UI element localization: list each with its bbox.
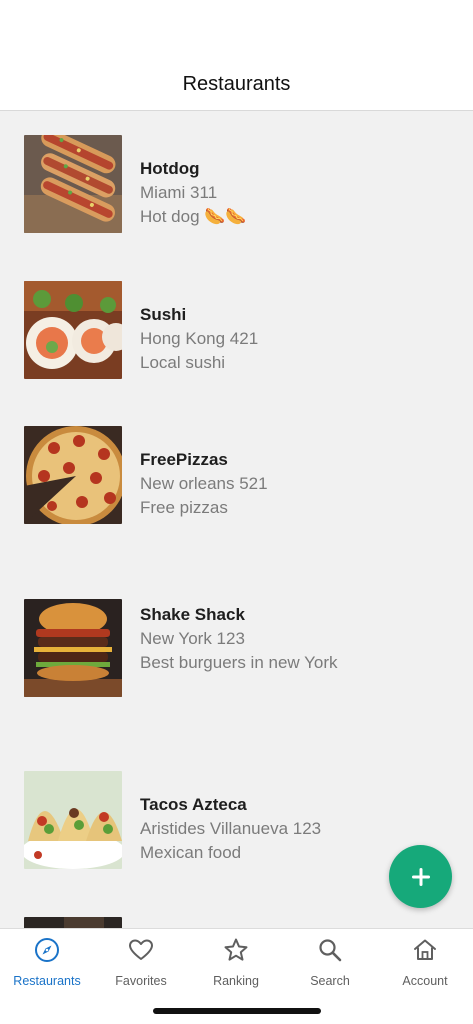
- search-icon: [319, 939, 342, 962]
- plus-icon: [411, 867, 430, 886]
- sushi-photo: [24, 281, 122, 379]
- restaurant-name: Sushi: [140, 305, 187, 324]
- restaurant-description: Best burguers in new York: [140, 653, 338, 672]
- list-item[interactable]: [0, 917, 473, 928]
- tab-label: Account: [402, 974, 448, 988]
- compass-icon: [35, 938, 59, 962]
- restaurant-name: FreePizzas: [140, 450, 228, 469]
- restaurant-description: Mexican food: [140, 843, 242, 862]
- star-icon: [224, 938, 248, 961]
- tab-account[interactable]: Account: [378, 929, 472, 995]
- tacos-photo: [24, 771, 122, 869]
- screen: Restaurants Hotdog Miami 311 Hot dog 🌭🌭 …: [0, 0, 473, 1024]
- app-header: Restaurants: [0, 0, 473, 111]
- hotdog-photo: [24, 135, 122, 233]
- tab-label: Restaurants: [13, 974, 81, 988]
- restaurant-address: Hong Kong 421: [140, 329, 259, 348]
- restaurant-name: Shake Shack: [140, 605, 245, 624]
- list-item[interactable]: Hotdog Miami 311 Hot dog 🌭🌭: [0, 135, 473, 233]
- home-indicator: [153, 1008, 321, 1014]
- tab-restaurants[interactable]: Restaurants: [0, 929, 94, 995]
- list-item[interactable]: FreePizzas New orleans 521 Free pizzas: [0, 426, 473, 524]
- restaurant-address: Miami 311: [140, 183, 218, 202]
- restaurant-description: Hot dog 🌭🌭: [140, 207, 247, 226]
- restaurant-name: Hotdog: [140, 159, 200, 178]
- restaurant-list[interactable]: Hotdog Miami 311 Hot dog 🌭🌭 Sushi Hong K…: [0, 111, 473, 928]
- restaurant-description: Free pizzas: [140, 498, 228, 517]
- restaurant-description: Local sushi: [140, 353, 226, 372]
- restaurant-address: New York 123: [140, 629, 245, 648]
- burger-photo: [24, 599, 122, 697]
- restaurant-photo: [24, 917, 122, 928]
- tab-label: Ranking: [213, 974, 259, 988]
- restaurant-address: New orleans 521: [140, 474, 268, 493]
- heart-icon: [129, 939, 153, 960]
- tab-label: Search: [310, 974, 350, 988]
- list-item[interactable]: Shake Shack New York 123 Best burguers i…: [0, 599, 473, 697]
- tab-search[interactable]: Search: [283, 929, 377, 995]
- pizza-photo: [24, 426, 122, 524]
- restaurant-name: Tacos Azteca: [140, 795, 247, 814]
- tab-label: Favorites: [115, 974, 167, 988]
- home-icon: [414, 939, 436, 960]
- restaurant-address: Aristides Villanueva 123: [140, 819, 322, 838]
- tab-ranking[interactable]: Ranking: [189, 929, 283, 995]
- tab-favorites[interactable]: Favorites: [94, 929, 188, 995]
- add-restaurant-button[interactable]: [389, 845, 452, 908]
- list-item[interactable]: Sushi Hong Kong 421 Local sushi: [0, 281, 473, 379]
- page-title: Restaurants: [182, 73, 291, 95]
